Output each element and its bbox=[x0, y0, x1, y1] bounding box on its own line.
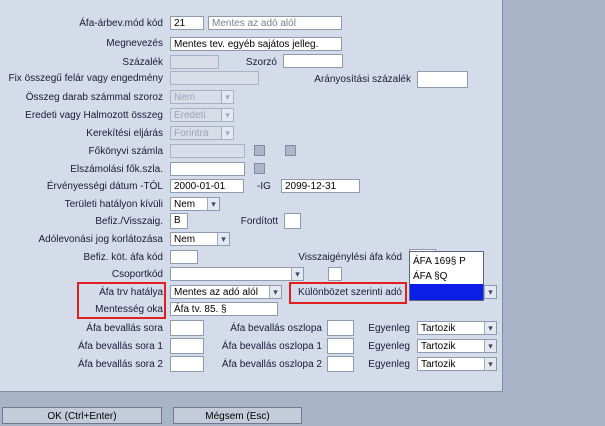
forditott-label: Fordított bbox=[240, 216, 278, 227]
forditott-input[interactable] bbox=[284, 213, 301, 229]
afa-arbev-mod-kod-input[interactable]: 21 bbox=[170, 16, 204, 30]
fix-osszegu-input[interactable] bbox=[170, 71, 259, 85]
dropdown-option[interactable]: ÁFA 169§ P bbox=[410, 254, 483, 269]
kerekitesi-select[interactable]: Forintra bbox=[170, 126, 234, 140]
bevallas-oszlopa1-input[interactable] bbox=[327, 338, 354, 354]
bevallas-sora1-input[interactable] bbox=[170, 338, 204, 354]
csoportkod-extra-input[interactable] bbox=[328, 267, 342, 281]
fokonyvi-lookup-button[interactable] bbox=[254, 145, 265, 156]
egyenleg3-select[interactable]: Tartozik bbox=[417, 357, 497, 371]
kerekitesi-label: Kerekítési eljárás bbox=[86, 128, 163, 139]
eredeti-halmozott-select[interactable]: Eredeti bbox=[170, 108, 234, 122]
fix-osszegu-label: Fix összegű felár vagy engedmény bbox=[8, 73, 163, 84]
afa-arbev-mod-kod-desc: Mentes az adó alól bbox=[208, 16, 342, 30]
megnevezes-label: Megnevezés bbox=[106, 38, 163, 49]
mentesseg-oka-input[interactable]: Áfa tv. 85. § bbox=[170, 302, 278, 316]
megnevezes-input[interactable]: Mentes tev. egyéb sajátos jelleg. bbox=[170, 37, 342, 51]
befiz-visszaig-label: Befiz./Visszaig. bbox=[95, 216, 163, 227]
elszamolasi-input[interactable] bbox=[170, 162, 245, 176]
bevallas-sora2-input[interactable] bbox=[170, 356, 204, 372]
egyenleg2-label: Egyenleg bbox=[368, 341, 410, 352]
bevallas-sora-input[interactable] bbox=[170, 320, 204, 336]
annotation-box-kulonbozet bbox=[289, 282, 407, 304]
bevallas-sora-label: Áfa bevallás sora bbox=[86, 323, 163, 334]
fokonyvi-input[interactable] bbox=[170, 144, 245, 158]
adolevonasi-select[interactable]: Nem bbox=[170, 232, 230, 246]
befiz-kot-input[interactable] bbox=[170, 250, 198, 264]
bevallas-sora2-label: Áfa bevallás sora 2 bbox=[77, 359, 163, 370]
ervenyessegi-tol-label: Érvényességi dátum -TÓL bbox=[46, 181, 163, 192]
kulonbozet-dropdown-list[interactable]: ÁFA 169§ P ÁFA §Q bbox=[409, 251, 484, 301]
egyenleg1-label: Egyenleg bbox=[368, 323, 410, 334]
adolevonasi-label: Adólevonási jog korlátozása bbox=[38, 234, 163, 245]
teruleti-select[interactable]: Nem bbox=[170, 197, 220, 211]
afa-trv-hatalya-select[interactable]: Mentes az adó alól bbox=[170, 285, 282, 299]
elszamolasi-label: Elszámolási fők.szla. bbox=[70, 164, 163, 175]
form-window: Áfa-árbev.mód kód 21 Mentes az adó alól … bbox=[0, 0, 605, 426]
osszeg-darab-select[interactable]: Nem bbox=[170, 90, 234, 104]
szazalek-input[interactable] bbox=[170, 55, 219, 69]
form-panel: Áfa-árbev.mód kód 21 Mentes az adó alól … bbox=[0, 0, 503, 392]
dropdown-option-selected[interactable] bbox=[410, 284, 483, 300]
afa-arbev-mod-kod-label: Áfa-árbev.mód kód bbox=[79, 18, 163, 29]
ervenyessegi-tol-input[interactable]: 2000-01-01 bbox=[170, 179, 244, 193]
szazalek-label: Százalék bbox=[122, 57, 163, 68]
bevallas-sora1-label: Áfa bevallás sora 1 bbox=[77, 341, 163, 352]
osszeg-darab-label: Összeg darab számmal szoroz bbox=[25, 92, 163, 103]
annotation-box-afa-trv bbox=[77, 282, 166, 319]
befiz-visszaig-input[interactable]: B bbox=[170, 213, 188, 229]
csoportkod-label: Csoportkód bbox=[111, 269, 163, 280]
eredeti-halmozott-label: Eredeti vagy Halmozott összeg bbox=[25, 110, 163, 121]
fokonyvi-extra-button[interactable] bbox=[285, 145, 296, 156]
visszaigenylesi-label: Visszaigénylési áfa kód bbox=[298, 252, 402, 263]
right-background bbox=[503, 0, 605, 392]
ervenyessegi-ig-label: -IG bbox=[257, 181, 271, 192]
szorzo-input[interactable] bbox=[283, 54, 343, 68]
bevallas-oszlopa2-input[interactable] bbox=[327, 356, 354, 372]
ok-button[interactable]: OK (Ctrl+Enter) bbox=[2, 407, 162, 424]
aranyositasi-input[interactable] bbox=[417, 71, 468, 88]
aranyositasi-label: Arányosítási százalék bbox=[314, 74, 411, 85]
egyenleg1-select[interactable]: Tartozik bbox=[417, 321, 497, 335]
elszamolasi-lookup-button[interactable] bbox=[254, 163, 265, 174]
bevallas-oszlopa-label: Áfa bevallás oszlopa bbox=[230, 323, 322, 334]
bevallas-oszlopa1-label: Áfa bevallás oszlopa 1 bbox=[221, 341, 322, 352]
egyenleg2-select[interactable]: Tartozik bbox=[417, 339, 497, 353]
ervenyessegi-ig-input[interactable]: 2099-12-31 bbox=[281, 179, 360, 193]
teruleti-label: Területi hatályon kívüli bbox=[64, 199, 163, 210]
cancel-button[interactable]: Mégsem (Esc) bbox=[173, 407, 302, 424]
egyenleg3-label: Egyenleg bbox=[368, 359, 410, 370]
befiz-kot-label: Befiz. köt. áfa kód bbox=[83, 252, 164, 263]
szorzo-label: Szorzó bbox=[245, 57, 277, 68]
bevallas-oszlopa-input[interactable] bbox=[327, 320, 354, 336]
csoportkod-select[interactable] bbox=[170, 267, 304, 281]
bevallas-oszlopa2-label: Áfa bevallás oszlopa 2 bbox=[221, 359, 322, 370]
dropdown-option[interactable]: ÁFA §Q bbox=[410, 269, 483, 284]
fokonyvi-label: Főkönyvi számla bbox=[88, 146, 163, 157]
